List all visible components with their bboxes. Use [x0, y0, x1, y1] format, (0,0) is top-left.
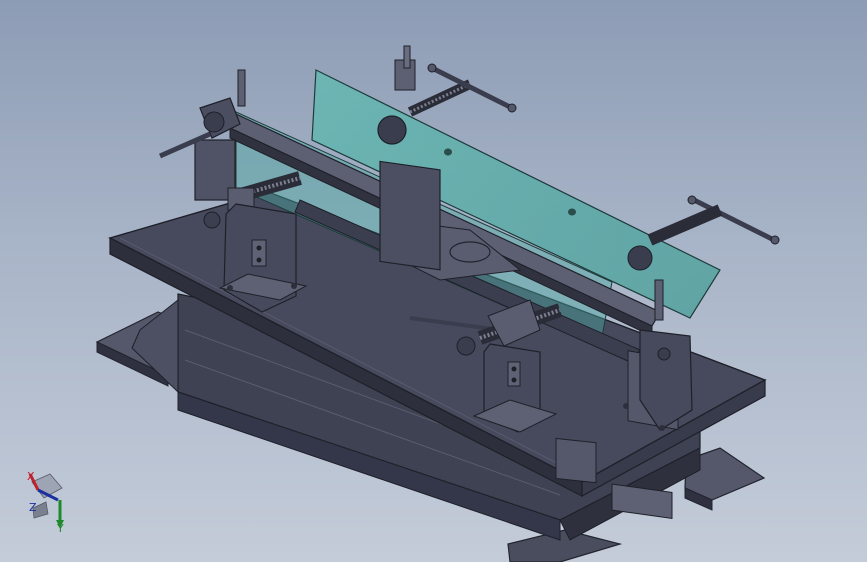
triad-x-label: X — [27, 470, 35, 483]
fixture-assembly-model[interactable] — [0, 0, 867, 562]
triad-z-label: Z — [29, 501, 37, 514]
rear-screw-handle — [407, 63, 517, 117]
graphics-viewport[interactable]: X Z Y — [0, 0, 867, 562]
triad-y-label: Y — [57, 522, 64, 535]
